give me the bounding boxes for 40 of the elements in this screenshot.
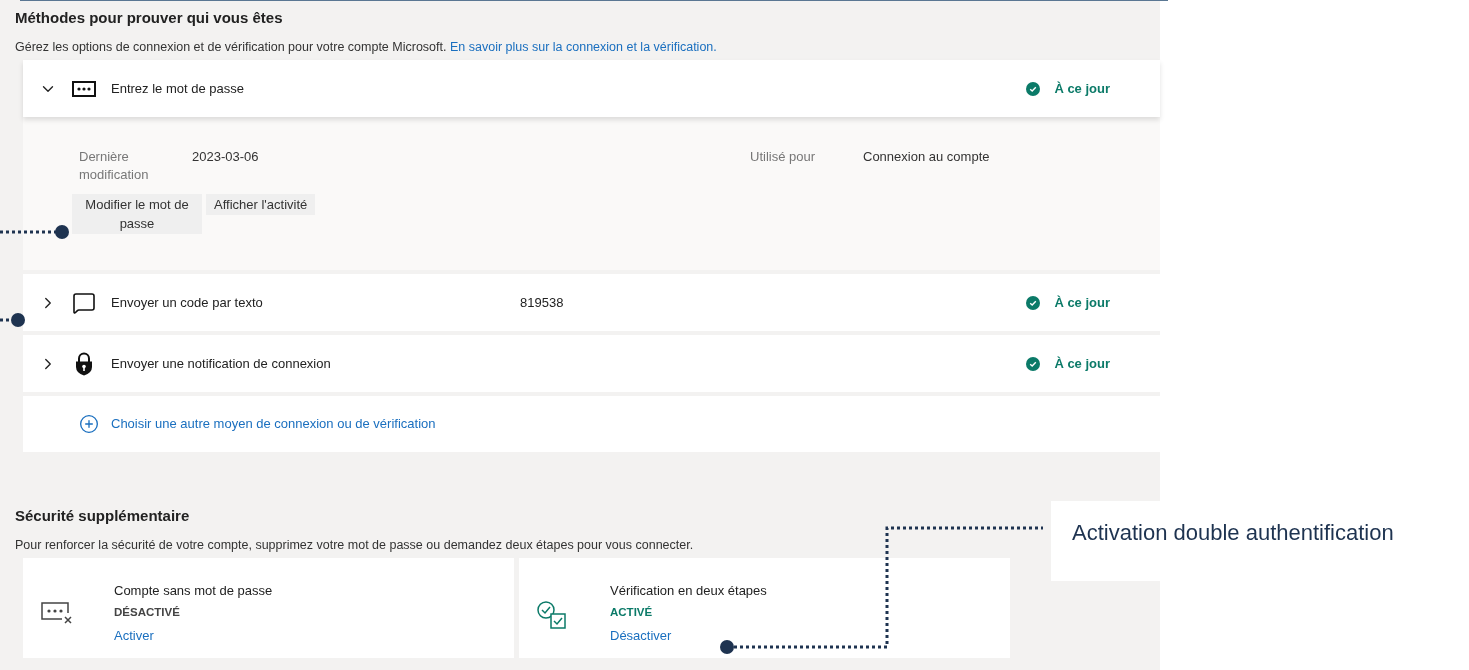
- method-row[interactable]: Entrez le mot de passe À ce jour: [23, 60, 1160, 117]
- password-icon: [72, 80, 96, 97]
- method-label: Envoyer une notification de connexion: [111, 354, 332, 373]
- secondary-button[interactable]: Afficher l'activité: [206, 194, 316, 215]
- leader-line: [0, 225, 70, 239]
- add-method-link[interactable]: Choisir une autre moyen de connexion ou de vérification: [79, 414, 436, 434]
- method-row[interactable]: Envoyer une notification de connexion À ce jour: [23, 335, 1160, 392]
- secondary-button[interactable]: Modifier le mot de passe: [72, 194, 202, 234]
- detail-value: Connexion au compte: [863, 148, 990, 166]
- chat-bubble-icon: [72, 290, 96, 315]
- method-label: Envoyer un code par texto: [111, 293, 264, 312]
- detail-label: Dernière modification: [79, 148, 150, 184]
- lock-icon: [74, 351, 94, 376]
- check-circle-icon: [1026, 295, 1041, 310]
- learn-more-link[interactable]: En savoir plus sur la connexion et la vérification.: [449, 40, 717, 54]
- card-status: ACTIVÉ: [610, 605, 654, 620]
- section-title: Méthodes pour prouver qui vous êtes: [15, 8, 284, 28]
- section-description: Gérez les options de connexion et de vérification pour votre compte Microsoft. En savoir plus sur la connexion et la vérification.: [15, 39, 718, 55]
- section-description: Pour renforcer la sécurité de votre compte, supprimez votre mot de passe ou demandez deux étapes pour vous connecter.: [15, 537, 695, 553]
- double-check-icon: [536, 600, 568, 630]
- card-title: Compte sans mot de passe: [114, 582, 273, 600]
- add-icon: [79, 414, 99, 434]
- card-status: DÉSACTIVÉ: [114, 605, 181, 620]
- card-action-link[interactable]: Activer: [114, 627, 273, 645]
- method-label: Entrez le mot de passe: [111, 79, 245, 98]
- card-action-link[interactable]: Désactiver: [610, 627, 767, 645]
- method-value: 819538: [520, 293, 564, 312]
- check-circle-icon: [1026, 81, 1041, 96]
- password-crossed-icon: [40, 600, 72, 626]
- method-row[interactable]: Envoyer un code par texto 819538 À ce jour: [23, 274, 1160, 331]
- detail-value: 2023-03-06: [191, 148, 260, 166]
- leader-line: [0, 313, 26, 327]
- section-title: Sécurité supplémentaire: [15, 506, 191, 526]
- status-text: À ce jour: [1054, 354, 1110, 373]
- card-title: Vérification en deux étapes: [610, 582, 767, 600]
- check-circle-icon: [1026, 356, 1041, 371]
- detail-label: Utilisé pour: [750, 148, 817, 166]
- callout-label: Activation double authentification: [1072, 520, 1394, 545]
- status-text: À ce jour: [1054, 79, 1110, 98]
- status-text: À ce jour: [1054, 293, 1110, 312]
